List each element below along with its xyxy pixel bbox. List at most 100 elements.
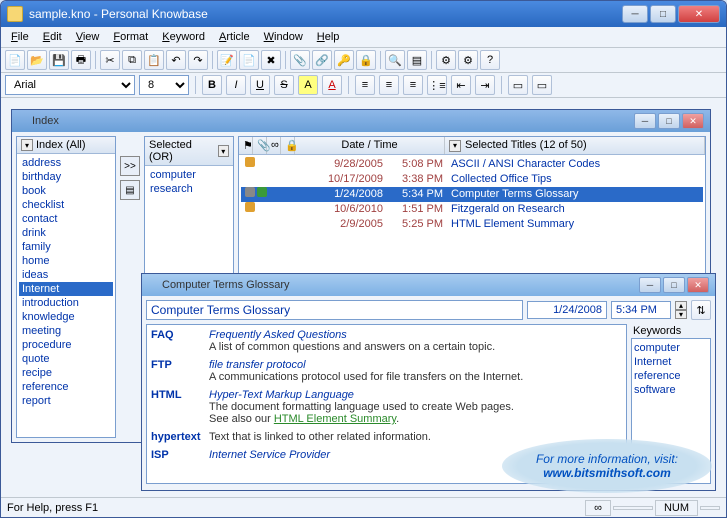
index-item[interactable]: report: [19, 394, 113, 408]
index-item[interactable]: introduction: [19, 296, 113, 310]
help-icon[interactable]: ?: [480, 50, 500, 70]
new-article-icon[interactable]: 📝: [217, 50, 237, 70]
add-keyword-button[interactable]: >>: [120, 156, 140, 176]
index-item[interactable]: reference: [19, 380, 113, 394]
index-maximize-button[interactable]: □: [658, 113, 680, 129]
insert-a-icon[interactable]: ▭: [508, 75, 528, 95]
tool-a-icon[interactable]: ⚙: [436, 50, 456, 70]
col-link-icon[interactable]: ∞: [267, 137, 281, 154]
title-row[interactable]: 10/17/20093:38 PMCollected Office Tips: [241, 172, 703, 187]
keyword-item[interactable]: software: [634, 383, 708, 397]
article-maximize-button[interactable]: □: [663, 277, 685, 293]
article-minimize-button[interactable]: ─: [639, 277, 661, 293]
lock-icon[interactable]: 🔒: [356, 50, 376, 70]
attach-icon[interactable]: 📎: [290, 50, 310, 70]
selected-item[interactable]: computer: [147, 168, 231, 182]
delete-icon[interactable]: ✖: [261, 50, 281, 70]
index-item[interactable]: book: [19, 184, 113, 198]
undo-icon[interactable]: ↶: [166, 50, 186, 70]
article-time-field[interactable]: 5:34 PM: [611, 301, 671, 319]
link-icon[interactable]: 🔗: [312, 50, 332, 70]
remove-keyword-button[interactable]: ▤: [120, 180, 140, 200]
minimize-button[interactable]: ─: [622, 5, 648, 23]
font-size-select[interactable]: 8: [139, 75, 189, 95]
menu-format[interactable]: Format: [107, 29, 154, 45]
edit-icon[interactable]: 📄: [239, 50, 259, 70]
menu-article[interactable]: Article: [213, 29, 256, 45]
menu-help[interactable]: Help: [311, 29, 346, 45]
print-icon[interactable]: 🖶: [71, 50, 91, 70]
outdent-icon[interactable]: ⇤: [451, 75, 471, 95]
article-title-field[interactable]: Computer Terms Glossary: [146, 300, 523, 320]
save-icon[interactable]: 💾: [49, 50, 69, 70]
title-row[interactable]: 2/9/20055:25 PMHTML Element Summary: [241, 217, 703, 232]
index-item[interactable]: ideas: [19, 268, 113, 282]
keyword-item[interactable]: Internet: [634, 355, 708, 369]
new-icon[interactable]: 📄: [5, 50, 25, 70]
time-down-button[interactable]: ▾: [675, 310, 687, 319]
index-minimize-button[interactable]: ─: [634, 113, 656, 129]
open-icon[interactable]: 📂: [27, 50, 47, 70]
index-item[interactable]: home: [19, 254, 113, 268]
italic-icon[interactable]: I: [226, 75, 246, 95]
index-item[interactable]: family: [19, 240, 113, 254]
font-color-icon[interactable]: A: [322, 75, 342, 95]
menu-view[interactable]: View: [70, 29, 106, 45]
index-item[interactable]: birthday: [19, 170, 113, 184]
index-all-dropdown[interactable]: ▾: [21, 139, 33, 151]
keyword-item[interactable]: computer: [634, 341, 708, 355]
article-date-field[interactable]: 1/24/2008: [527, 301, 607, 319]
col-clip-icon[interactable]: 📎: [253, 137, 267, 154]
menu-file[interactable]: File: [5, 29, 35, 45]
font-name-select[interactable]: Arial: [5, 75, 135, 95]
index-item[interactable]: contact: [19, 212, 113, 226]
align-center-icon[interactable]: ≡: [379, 75, 399, 95]
title-row[interactable]: 9/28/20055:08 PMASCII / ANSI Character C…: [241, 157, 703, 172]
index-item[interactable]: recipe: [19, 366, 113, 380]
underline-icon[interactable]: U: [250, 75, 270, 95]
keyword-item[interactable]: reference: [634, 369, 708, 383]
article-close-button[interactable]: ✕: [687, 277, 709, 293]
bold-icon[interactable]: B: [202, 75, 222, 95]
filter-icon[interactable]: ▤: [407, 50, 427, 70]
titles-dropdown[interactable]: ▾: [449, 140, 461, 152]
insert-b-icon[interactable]: ▭: [532, 75, 552, 95]
index-item[interactable]: Internet: [19, 282, 113, 296]
strike-icon[interactable]: S: [274, 75, 294, 95]
highlight-icon[interactable]: A: [298, 75, 318, 95]
close-button[interactable]: ✕: [678, 5, 720, 23]
selected-item[interactable]: research: [147, 182, 231, 196]
col-lock-icon[interactable]: 🔒: [281, 137, 295, 154]
index-item[interactable]: quote: [19, 352, 113, 366]
paste-icon[interactable]: 📋: [144, 50, 164, 70]
index-item[interactable]: knowledge: [19, 310, 113, 324]
bullets-icon[interactable]: ⋮≡: [427, 75, 447, 95]
index-item[interactable]: drink: [19, 226, 113, 240]
key-icon[interactable]: 🔑: [334, 50, 354, 70]
menu-keyword[interactable]: Keyword: [156, 29, 211, 45]
search-icon[interactable]: 🔍: [385, 50, 405, 70]
index-list[interactable]: addressbirthdaybookchecklistcontactdrink…: [17, 154, 115, 437]
align-left-icon[interactable]: ≡: [355, 75, 375, 95]
index-item[interactable]: meeting: [19, 324, 113, 338]
index-item[interactable]: checklist: [19, 198, 113, 212]
menu-window[interactable]: Window: [258, 29, 309, 45]
title-row[interactable]: 10/6/20101:51 PMFitzgerald on Research: [241, 202, 703, 217]
indent-icon[interactable]: ⇥: [475, 75, 495, 95]
article-nav-icon[interactable]: ⇅: [691, 300, 711, 320]
index-close-button[interactable]: ✕: [682, 113, 704, 129]
title-row[interactable]: 1/24/20085:34 PMComputer Terms Glossary: [241, 187, 703, 202]
col-datetime[interactable]: Date / Time: [295, 137, 445, 154]
menu-edit[interactable]: Edit: [37, 29, 68, 45]
cut-icon[interactable]: ✂: [100, 50, 120, 70]
tool-b-icon[interactable]: ⚙: [458, 50, 478, 70]
copy-icon[interactable]: ⧉: [122, 50, 142, 70]
redo-icon[interactable]: ↷: [188, 50, 208, 70]
selected-or-dropdown[interactable]: ▾: [218, 145, 229, 157]
maximize-button[interactable]: □: [650, 5, 676, 23]
time-up-button[interactable]: ▴: [675, 301, 687, 310]
index-item[interactable]: procedure: [19, 338, 113, 352]
col-flag-icon[interactable]: ⚑: [239, 137, 253, 154]
align-right-icon[interactable]: ≡: [403, 75, 423, 95]
index-item[interactable]: address: [19, 156, 113, 170]
